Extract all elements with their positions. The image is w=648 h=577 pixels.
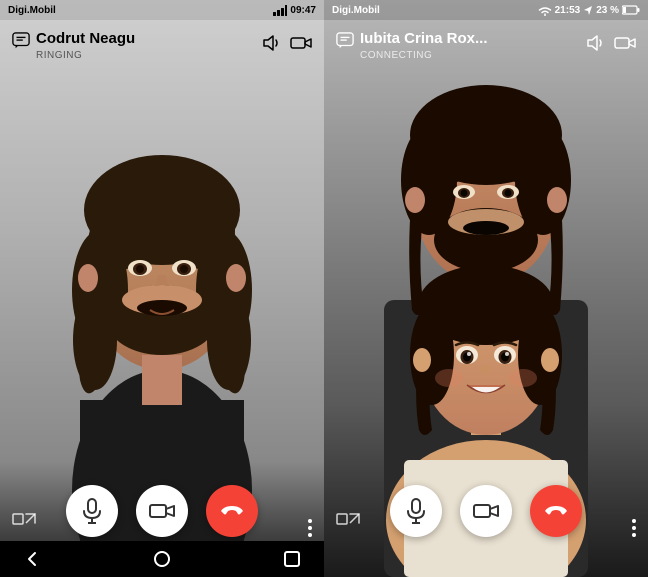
expand-icon-right[interactable] [336, 513, 360, 537]
call-name-block-left: Codrut Neagu RINGING [36, 30, 135, 61]
carrier-right: Digi.Mobil [332, 5, 380, 16]
end-call-button-right[interactable] [530, 485, 582, 537]
end-call-button-left[interactable] [206, 485, 258, 537]
chat-icon-left [12, 32, 30, 50]
call-info-right: Iubita Crina Rox... CONNECTING [336, 30, 488, 61]
call-info-left: Codrut Neagu RINGING [12, 30, 135, 61]
left-phone-screen: Digi.Mobil 09:47 Codrut Neagu RI [0, 0, 324, 577]
call-name-block-right: Iubita Crina Rox... CONNECTING [360, 30, 488, 61]
chat-icon-right [336, 32, 354, 50]
battery-percent-right: 23 % [596, 5, 619, 16]
more-options-right[interactable] [632, 519, 636, 537]
bottom-nav-left [0, 541, 324, 577]
recents-button[interactable] [280, 547, 304, 571]
location-icon [583, 5, 593, 16]
header-icons-left [260, 32, 312, 54]
caller-name-right: Iubita Crina Rox... [360, 30, 488, 48]
speaker-icon-left[interactable] [260, 32, 282, 54]
call-controls-left [0, 485, 324, 537]
video-toggle-icon-left[interactable] [290, 32, 312, 54]
carrier-left: Digi.Mobil [8, 5, 56, 16]
right-phone-screen: Digi.Mobil 21:53 23 % [324, 0, 648, 577]
time-right: 21:53 [555, 5, 581, 16]
speaker-icon-right[interactable] [584, 32, 606, 54]
call-header-right: Iubita Crina Rox... CONNECTING [324, 20, 648, 69]
battery-icon-right [622, 5, 640, 15]
status-bar-left: Digi.Mobil 09:47 [0, 0, 324, 20]
video-button-right[interactable] [460, 485, 512, 537]
back-button[interactable] [20, 547, 44, 571]
video-button-left[interactable] [136, 485, 188, 537]
status-bar-right: Digi.Mobil 21:53 23 % [324, 0, 648, 20]
time-left: 09:47 [290, 5, 316, 16]
expand-icon-left[interactable] [12, 513, 36, 537]
wifi-icon [538, 5, 552, 16]
status-bar-right-left: 09:47 [273, 5, 316, 16]
video-toggle-icon-right[interactable] [614, 32, 636, 54]
caller-name-left: Codrut Neagu [36, 30, 135, 48]
status-bar-right-right: 21:53 23 % [538, 5, 640, 16]
call-controls-right [324, 485, 648, 537]
signal-icon [273, 5, 287, 16]
call-status-right: CONNECTING [360, 50, 488, 61]
call-header-left: Codrut Neagu RINGING [0, 20, 324, 69]
call-status-left: RINGING [36, 50, 135, 61]
mic-button-right[interactable] [390, 485, 442, 537]
more-options-left[interactable] [308, 519, 312, 537]
mic-button-left[interactable] [66, 485, 118, 537]
header-icons-right [584, 32, 636, 54]
home-button[interactable] [150, 547, 174, 571]
